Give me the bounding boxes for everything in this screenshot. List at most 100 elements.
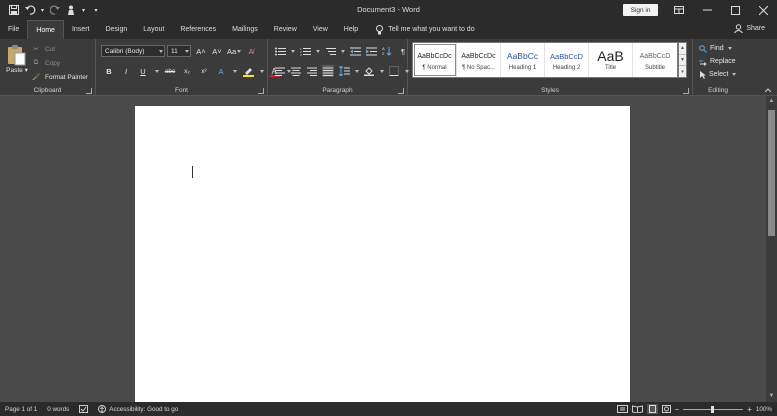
touch-mode-icon[interactable] — [65, 4, 77, 16]
align-left-icon[interactable] — [274, 65, 286, 77]
collapse-ribbon-icon[interactable] — [765, 88, 771, 92]
undo-dropdown-icon[interactable]: ▾ — [40, 4, 45, 16]
select-button[interactable]: Select — [699, 68, 737, 81]
proofing-icon[interactable] — [74, 405, 93, 413]
subscript-button[interactable]: x₂ — [181, 65, 193, 77]
bullets-icon[interactable] — [274, 45, 286, 57]
web-layout-icon[interactable] — [661, 405, 671, 413]
share-button[interactable]: Share — [734, 24, 765, 33]
style-subtitle[interactable]: AaBbCcD Subtitle — [633, 43, 677, 77]
text-effects-icon[interactable]: A — [215, 65, 227, 77]
find-button[interactable]: Find — [699, 42, 732, 55]
document-page[interactable] — [135, 106, 630, 402]
paste-icon[interactable] — [5, 44, 27, 66]
tab-review[interactable]: Review — [266, 20, 305, 39]
zoom-in-icon[interactable]: + — [747, 405, 752, 414]
tell-me-search[interactable]: Tell me what you want to do — [366, 20, 475, 39]
style-no-spacing[interactable]: AaBbCcDc ¶ No Spac... — [457, 43, 501, 77]
tab-home[interactable]: Home — [27, 20, 64, 39]
underline-button[interactable]: U — [137, 65, 149, 77]
word-count[interactable]: 0 words — [42, 406, 74, 413]
align-right-icon[interactable] — [306, 65, 318, 77]
font-size-select[interactable]: 11 — [167, 45, 191, 57]
numbering-icon[interactable]: 123 — [299, 45, 311, 57]
tab-file[interactable]: File — [0, 20, 27, 39]
styles-more-icon[interactable]: ▾ — [679, 66, 686, 77]
minimize-icon[interactable] — [693, 0, 721, 20]
shrink-font-button[interactable]: A˅ — [211, 45, 223, 57]
bullets-dropdown-icon[interactable] — [291, 49, 295, 53]
styles-scroll-down-icon[interactable]: ▼ — [679, 55, 686, 67]
style-heading-1[interactable]: AaBbCc Heading 1 — [501, 43, 545, 77]
justify-icon[interactable] — [322, 65, 334, 77]
styles-scroll-up-icon[interactable]: ▲ — [679, 43, 686, 55]
highlight-icon[interactable] — [242, 65, 254, 77]
paragraph-launcher-icon[interactable] — [398, 88, 404, 94]
grow-font-button[interactable]: A˄ — [195, 45, 207, 57]
customize-icon[interactable]: ▾ — [90, 4, 102, 16]
cut-button[interactable]: ✂ Cut — [30, 43, 55, 55]
style-title[interactable]: AaB Title — [589, 43, 633, 77]
scroll-up-icon[interactable]: ▲ — [768, 98, 775, 105]
redo-icon[interactable] — [49, 4, 61, 16]
numbering-dropdown-icon[interactable] — [316, 49, 320, 53]
multilevel-list-icon[interactable] — [324, 45, 336, 57]
sign-in-button[interactable]: Sign in — [623, 4, 658, 16]
shading-icon[interactable] — [363, 65, 375, 77]
undo-icon[interactable] — [24, 4, 36, 16]
font-name-value: Calibri (Body) — [105, 47, 145, 55]
accessibility-status[interactable]: Accessibility: Good to go — [93, 405, 183, 413]
font-launcher-icon[interactable] — [258, 88, 264, 94]
multilevel-dropdown-icon[interactable] — [341, 49, 345, 53]
zoom-out-icon[interactable]: − — [675, 405, 680, 414]
sort-icon[interactable]: AZ — [381, 45, 393, 57]
line-spacing-dropdown-icon[interactable] — [355, 69, 359, 73]
shading-dropdown-icon[interactable] — [380, 69, 384, 73]
tab-mailings[interactable]: Mailings — [224, 20, 266, 39]
clear-formatting-icon[interactable]: A̸ — [245, 45, 257, 57]
borders-icon[interactable] — [388, 65, 400, 77]
style-heading-2[interactable]: AaBbCcD Heading 2 — [545, 43, 589, 77]
superscript-button[interactable]: x² — [198, 65, 210, 77]
replace-button[interactable]: ab Replace — [699, 55, 736, 68]
scroll-down-icon[interactable]: ▼ — [768, 393, 775, 400]
align-center-icon[interactable] — [290, 65, 302, 77]
tab-insert[interactable]: Insert — [64, 20, 98, 39]
styles-launcher-icon[interactable] — [683, 88, 689, 94]
tab-help[interactable]: Help — [336, 20, 366, 39]
change-case-button[interactable]: Aa — [227, 45, 242, 57]
print-layout-icon[interactable] — [646, 404, 658, 414]
highlight-dropdown-icon[interactable] — [260, 69, 264, 73]
focus-mode-icon[interactable] — [616, 405, 628, 413]
paste-button[interactable]: Paste ▾ — [5, 66, 29, 74]
increase-indent-icon[interactable] — [365, 45, 377, 57]
close-icon[interactable] — [749, 0, 777, 20]
touch-dropdown-icon[interactable]: ▾ — [81, 4, 86, 16]
tab-design[interactable]: Design — [97, 20, 135, 39]
styles-scroll: ▲ ▼ ▾ — [678, 42, 687, 78]
save-icon[interactable] — [8, 4, 20, 16]
zoom-slider[interactable] — [683, 405, 744, 413]
ribbon-display-options-icon[interactable] — [665, 0, 693, 20]
tab-view[interactable]: View — [305, 20, 336, 39]
underline-dropdown-icon[interactable] — [155, 69, 159, 73]
page-count[interactable]: Page 1 of 1 — [0, 406, 42, 413]
copy-button[interactable]: ⧉ Copy — [30, 57, 61, 69]
zoom-level[interactable]: 100% — [756, 406, 772, 413]
read-mode-icon[interactable] — [631, 405, 643, 413]
zoom-slider-thumb[interactable] — [711, 405, 715, 413]
style-normal[interactable]: AaBbCcDc ¶ Normal — [413, 43, 457, 77]
bold-button[interactable]: B — [103, 65, 115, 77]
vertical-scrollbar[interactable]: ▲ ▼ — [766, 96, 777, 402]
italic-button[interactable]: I — [120, 65, 132, 77]
decrease-indent-icon[interactable] — [349, 45, 361, 57]
font-name-select[interactable]: Calibri (Body) — [101, 45, 165, 57]
format-painter-button[interactable]: 🖌 Format Painter — [30, 71, 88, 83]
tab-layout[interactable]: Layout — [135, 20, 172, 39]
strikethrough-button[interactable]: abc — [164, 65, 176, 77]
line-spacing-icon[interactable] — [338, 65, 350, 77]
clipboard-launcher-icon[interactable] — [86, 88, 92, 94]
maximize-icon[interactable] — [721, 0, 749, 20]
scrollbar-thumb[interactable] — [768, 110, 775, 236]
tab-references[interactable]: References — [172, 20, 224, 39]
